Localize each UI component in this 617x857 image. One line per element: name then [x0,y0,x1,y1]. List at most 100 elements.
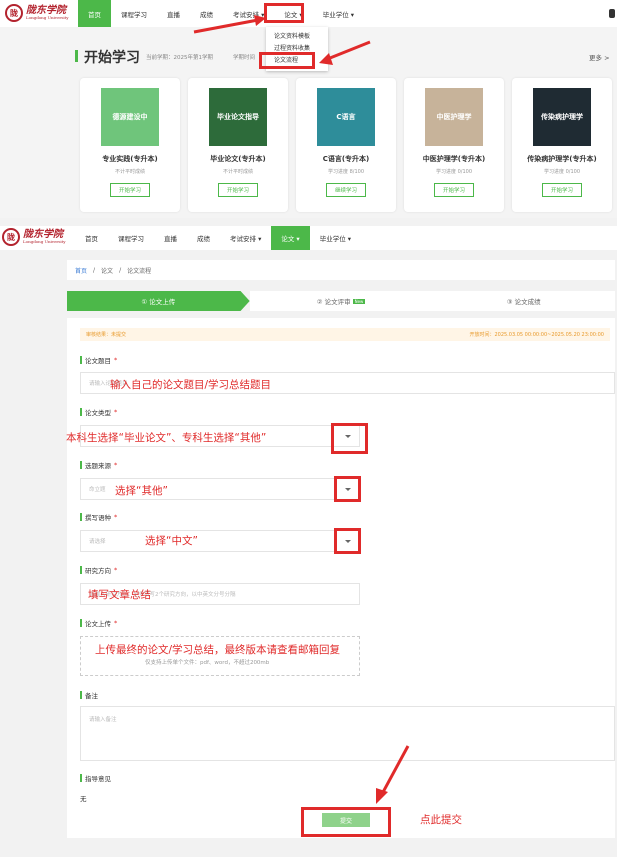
label-title-text: 论文题目 [85,357,111,365]
audit-status: 审核结果：未提交 [86,332,127,338]
annotation-source: 选择“其他” [115,485,168,497]
breadcrumb-home[interactable]: 首页 [75,266,87,275]
course-title: 中医护理学(专升本) [422,155,486,163]
step-review[interactable]: ② 论文评审 New [249,291,433,311]
open-time: 开放时间：2025.03.05 00:00:00~2025.05.20 23:0… [469,332,604,338]
label-lang: 撰写语种 * [80,512,117,522]
course-progress-text: 学习进度 8/100 [328,169,364,175]
upload-hint: 仅支持上传单个文件：pdf、word，不超过200mb [145,660,270,666]
school-logo-2[interactable]: 陇 陇东学院 Longdong University [2,228,66,246]
second-nav: 首页 课程学习 直播 成绩 考试安排 ▾ 论文 ▾ 毕业学位 ▾ [75,226,361,250]
course-start-button[interactable]: 开始学习 [110,183,150,197]
lang-select[interactable]: 请选择 [80,530,360,552]
seal-icon: 陇 [2,228,20,246]
annotation-box-type [331,423,368,454]
annotation-lang: 选择“中文” [145,535,198,547]
remark-textarea[interactable]: 请输入备注 [80,706,615,761]
course-cover: 德源建设中 [101,88,159,146]
new-badge: New [352,298,366,304]
label-source: 选题来源 * [80,460,117,470]
section-title: 开始学习 [84,50,140,66]
user-icon[interactable] [609,9,615,18]
breadcrumb-flow: 论文流程 [127,267,152,275]
course-cover: 中医护理学 [425,88,483,146]
cover-text: 毕业论文指导 [217,113,259,121]
label-remark-text: 备注 [85,692,98,700]
label-title: 论文题目 * [80,355,117,365]
nav-courses[interactable]: 课程学习 [111,0,157,27]
course-title: 传染病护理学(专升本) [527,155,597,163]
annotation-arrow-1 [193,15,266,34]
course-start-button[interactable]: 开始学习 [434,183,474,197]
logo-en-2: Longdong University [23,239,66,244]
course-start-button[interactable]: 开始学习 [218,183,258,197]
annotation-box-lang [334,528,361,554]
semester-extra: 学期时间 [233,55,256,61]
course-cover: 毕业论文指导 [209,88,267,146]
label-type: 论文类型 * [80,407,117,417]
cover-text: 传染病护理学 [541,113,583,121]
label-advice: 指导意见 [80,773,111,783]
label-upload-text: 论文上传 [85,620,111,628]
course-card[interactable]: 传染病护理学 传染病护理学(专升本) 学习进度 0/100 开始学习 [512,78,612,212]
nav-grades[interactable]: 成绩 [187,226,220,250]
second-header: 陇 陇东学院 Longdong University 首页 课程学习 直播 成绩 … [0,226,617,250]
annotation-type: 本科生选择“毕业论文”、专科生选择“其他” [66,432,267,444]
annotation-direction: 填写文章总结 [88,589,151,601]
step-review-label: ② 论文评审 [316,298,351,306]
label-source-text: 选题来源 [85,462,111,470]
annotation-title: 输入自己的论文题目/学习总结题目 [110,379,272,391]
cover-text: 德源建设中 [112,113,148,121]
label-type-text: 论文类型 [85,409,111,417]
label-remark: 备注 [80,690,98,700]
label-upload: 论文上传 * [80,618,117,628]
course-start-button[interactable]: 继续学习 [326,183,366,197]
nav-thesis[interactable]: 论文 ▾ [271,226,310,250]
course-title: 专业实践(专升本) [102,155,158,163]
nav-courses[interactable]: 课程学习 [108,226,154,250]
step-upload[interactable]: ① 论文上传 [67,291,250,311]
steps-bar: ① 论文上传 ② 论文评审 New ③ 论文成绩 [67,291,616,311]
top-screenshot: 陇 陇东学院 Longdong University 首页 课程学习 直播 成绩 … [0,0,617,218]
notice-bar: 审核结果：未提交 开放时间：2025.03.05 00:00:00~2025.0… [80,328,610,341]
course-card[interactable]: 德源建设中 专业实践(专升本) 不计平时成绩 开始学习 [80,78,180,212]
annotation-arrow-2 [319,40,371,65]
annotation-arrow-3 [376,745,410,804]
nav-home[interactable]: 首页 [75,226,108,250]
nav-live[interactable]: 直播 [157,0,190,27]
nav-live[interactable]: 直播 [154,226,187,250]
label-direction-text: 研究方向 [85,567,111,575]
course-cover: 传染病护理学 [533,88,591,146]
course-progress-text: 不计平时成绩 [114,169,145,175]
nav-exams[interactable]: 考试安排 ▾ [220,226,271,250]
nav-degree[interactable]: 毕业学位 ▾ [310,226,361,250]
seal-icon: 陇 [5,4,23,22]
label-lang-text: 撰写语种 [85,514,111,522]
course-progress-text: 学习进度 0/100 [436,169,472,175]
annotation-submit: 点此提交 [420,814,462,826]
course-card[interactable]: 毕业论文指导 毕业论文(专升本) 不计平时成绩 开始学习 [188,78,288,212]
label-advice-text: 指导意见 [85,775,111,783]
breadcrumb: 首页 / 论文 / 论文流程 [67,260,615,280]
course-cover: C语言 [317,88,375,146]
school-logo[interactable]: 陇 陇东学院 Longdong University [5,4,69,22]
course-start-button[interactable]: 开始学习 [542,183,582,197]
cover-text: 中医护理学 [436,113,472,121]
annotation-box-submit [301,807,391,837]
course-card[interactable]: 中医护理学 中医护理学(专升本) 学习进度 0/100 开始学习 [404,78,504,212]
semester-text: 当前学期：2025年第1学期 [146,55,213,61]
annotation-upload: 上传最终的论文/学习总结，最终版本请查看邮箱回复 [95,644,341,656]
course-card[interactable]: C语言 C语言(专升本) 学习进度 8/100 继续学习 [296,78,396,212]
section-bar [75,50,78,62]
cover-text: C语言 [336,113,356,121]
breadcrumb-thesis[interactable]: 论文 [101,266,113,275]
nav-home[interactable]: 首页 [78,0,111,27]
annotation-box-source [334,476,361,502]
top-header: 陇 陇东学院 Longdong University 首页 课程学习 直播 成绩 … [0,0,617,27]
annotation-box-nav-thesis [264,3,304,23]
logo-en: Longdong University [26,15,69,20]
step-grade[interactable]: ③ 论文成绩 [432,291,616,311]
nav-degree[interactable]: 毕业学位 ▾ [313,0,364,27]
course-progress-text: 学习进度 0/100 [544,169,580,175]
more-link[interactable]: 更多 > [589,52,610,62]
